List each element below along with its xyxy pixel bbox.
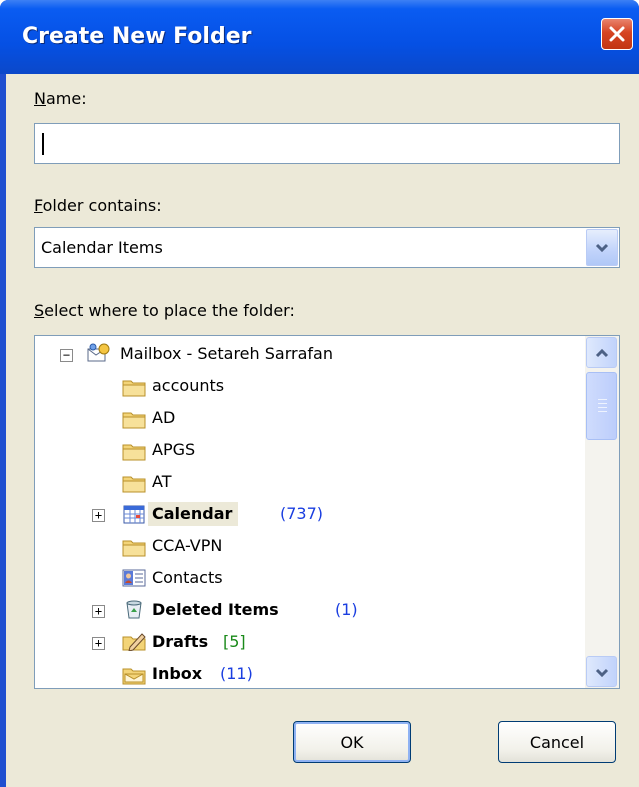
tree-item-drafts[interactable]: + Drafts [5]	[35, 630, 575, 662]
dialog-body: Name: Folder contains: Calendar Items Se…	[6, 74, 639, 787]
mailbox-icon	[87, 343, 110, 362]
folder-icon	[122, 412, 146, 429]
name-input[interactable]	[34, 123, 620, 164]
tree-item-label: Drafts	[152, 632, 209, 651]
expand-toggle[interactable]: +	[92, 509, 105, 522]
tree-item-mailbox[interactable]: − Mailbox - Setareh Sarrafan	[35, 342, 575, 374]
tree-item-contacts[interactable]: Contacts	[35, 566, 575, 598]
dialog-window: Create New Folder Name: Folder contains:…	[0, 0, 639, 787]
folder-contains-value: Calendar Items	[41, 238, 163, 257]
scroll-down-button[interactable]	[586, 656, 617, 687]
tree-item-label: Calendar	[148, 502, 239, 526]
text-caret	[42, 133, 44, 155]
folder-icon	[122, 540, 146, 557]
item-count: (737)	[280, 504, 324, 523]
close-icon	[609, 26, 625, 42]
deleted-items-icon	[126, 600, 142, 619]
chevron-down-icon	[595, 668, 608, 677]
tree-scrollbar[interactable]	[585, 336, 619, 688]
folder-contains-select[interactable]: Calendar Items	[34, 227, 620, 268]
expand-toggle[interactable]: +	[92, 637, 105, 650]
drafts-icon	[122, 633, 146, 651]
tree-item-label: Contacts	[152, 568, 223, 587]
ok-button[interactable]: OK	[293, 721, 411, 763]
tree-item-apgs[interactable]: APGS	[35, 438, 575, 470]
name-label: Name:	[34, 89, 87, 108]
tree-item-at[interactable]: AT	[35, 470, 575, 502]
close-button[interactable]	[601, 18, 633, 50]
folder-icon	[122, 476, 146, 493]
scroll-thumb[interactable]	[586, 372, 617, 440]
tree-item-calendar[interactable]: + Calendar (737)	[35, 502, 575, 534]
tree-item-label: AD	[152, 408, 176, 427]
dialog-title: Create New Folder	[22, 24, 252, 49]
tree-item-cca-vpn[interactable]: CCA-VPN	[35, 534, 575, 566]
tree-item-accounts[interactable]: accounts	[35, 374, 575, 406]
cancel-button[interactable]: Cancel	[498, 721, 616, 763]
item-count: (1)	[335, 600, 358, 619]
tree-item-ad[interactable]: AD	[35, 406, 575, 438]
tree-item-label: Mailbox - Setareh Sarrafan	[120, 344, 333, 363]
item-count: (11)	[220, 664, 253, 683]
collapse-toggle[interactable]: −	[60, 349, 73, 362]
tree-item-inbox[interactable]: Inbox (11)	[35, 662, 575, 688]
chevron-up-icon	[595, 348, 608, 357]
tree-item-deleted-items[interactable]: + Deleted Items (1)	[35, 598, 575, 630]
contacts-icon	[122, 569, 146, 587]
folder-contains-label: Folder contains:	[34, 196, 162, 215]
tree-item-label: Deleted Items	[152, 600, 279, 619]
folder-icon	[122, 444, 146, 461]
scroll-up-button[interactable]	[586, 337, 617, 368]
place-folder-label: Select where to place the folder:	[34, 301, 295, 320]
dropdown-button[interactable]	[586, 229, 618, 266]
folder-icon	[122, 380, 146, 397]
calendar-icon	[123, 505, 145, 524]
inbox-icon	[122, 668, 146, 685]
folder-tree[interactable]: − Mailbox - Setareh Sarrafan accounts AD…	[34, 335, 620, 689]
tree-item-label: accounts	[152, 376, 225, 395]
tree-item-label: APGS	[152, 440, 196, 459]
tree-item-label: AT	[152, 472, 172, 491]
title-bar[interactable]: Create New Folder	[0, 0, 639, 74]
tree-item-label: Inbox	[152, 664, 203, 683]
tree-item-label: CCA-VPN	[152, 536, 223, 555]
chevron-down-icon	[595, 243, 609, 252]
item-count: [5]	[223, 632, 246, 651]
expand-toggle[interactable]: +	[92, 605, 105, 618]
